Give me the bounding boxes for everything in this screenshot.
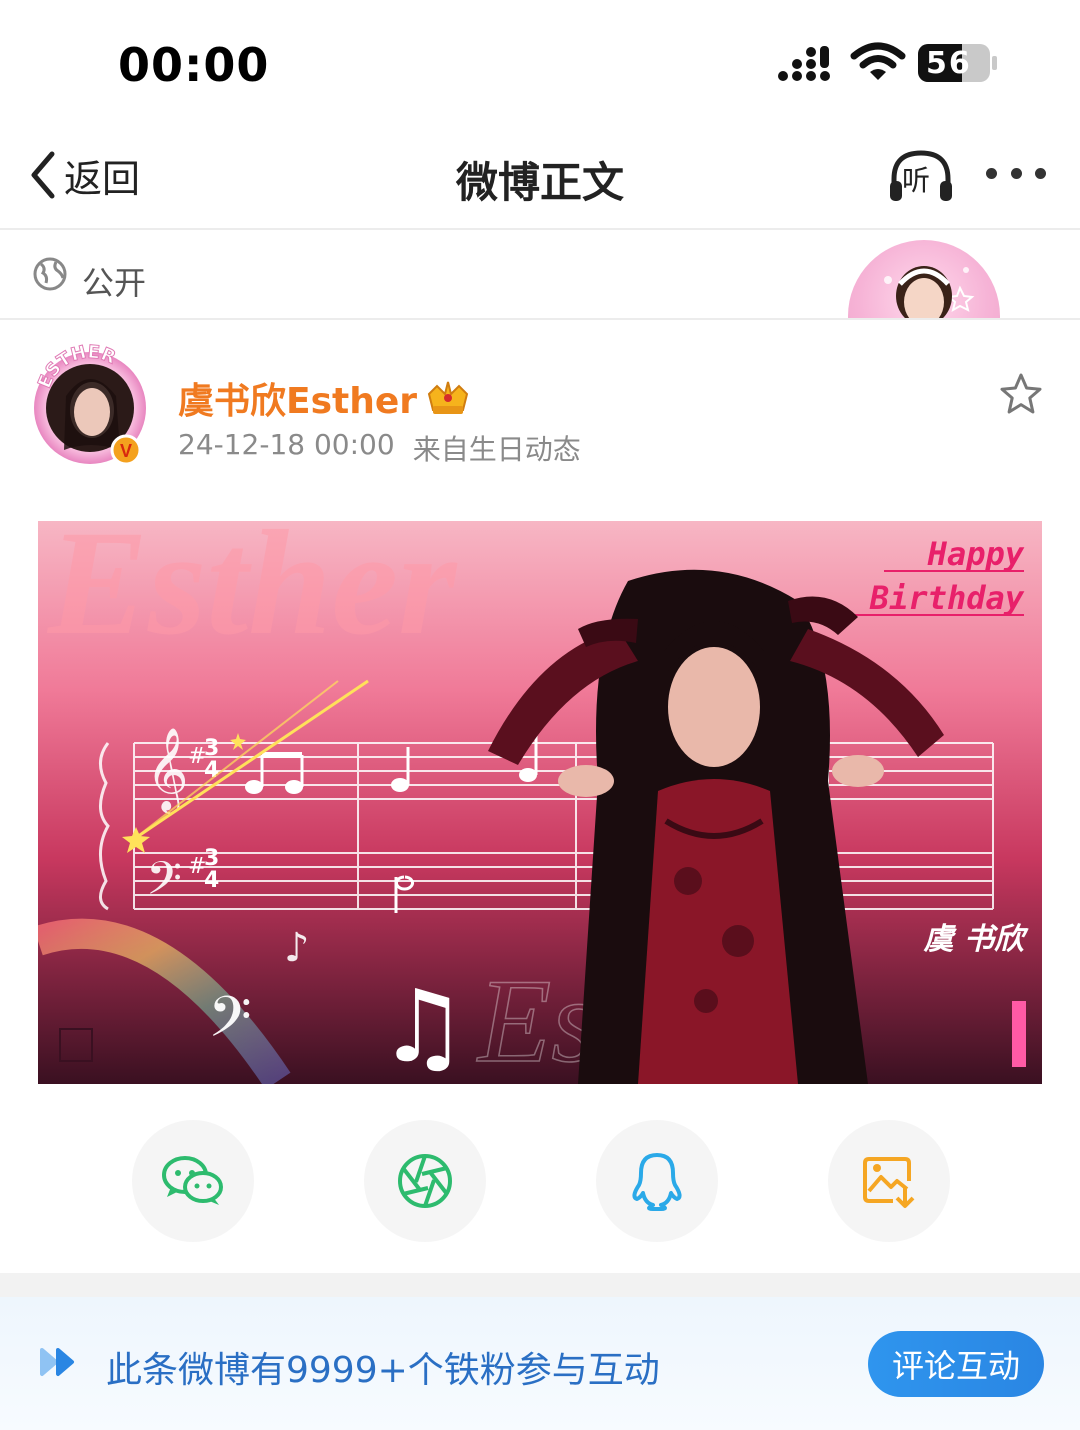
post-image[interactable]: Esther Happy Birthday 𝄞 𝄢 # 3 4 # 3 4 𝄢 … <box>38 521 1042 1084</box>
svg-text:♫: ♫ <box>378 968 468 1084</box>
share-moments-button[interactable] <box>364 1120 486 1242</box>
more-dot-icon <box>986 167 997 179</box>
poster-birthday: Birthday <box>869 579 1025 617</box>
svg-text:𝄢: 𝄢 <box>146 852 182 917</box>
status-bar: 00:00 56 <box>0 0 1080 125</box>
poster-signature: 虞 书欣 <box>924 922 1029 957</box>
post-date: 24-12-18 00:00 <box>178 428 395 461</box>
poster-happy: Happy <box>927 535 1025 573</box>
status-time: 00:00 <box>118 38 270 92</box>
svg-text:V: V <box>120 441 132 461</box>
save-image-icon <box>863 1157 915 1208</box>
listen-button[interactable]: 听 <box>888 149 954 205</box>
svg-text:♪: ♪ <box>284 925 310 971</box>
cellular-signal-icon <box>778 46 830 81</box>
poster-big-name: Esther <box>46 521 458 666</box>
more-dot-icon <box>1010 167 1022 179</box>
svg-text:𝄢: 𝄢 <box>208 985 252 1064</box>
author-avatar-image: ESTHER V <box>34 341 146 466</box>
battery-level: 56 <box>926 46 972 81</box>
comment-interaction-button[interactable]: 评论互动 <box>868 1331 1044 1397</box>
more-button[interactable] <box>986 163 1046 183</box>
star-icon <box>1000 373 1042 414</box>
visibility-label: 公开 <box>82 264 147 302</box>
crown-badge-icon[interactable] <box>425 380 471 416</box>
fans-interaction-text: 此条微博有9999+个铁粉参与互动 <box>106 1350 660 1391</box>
fans-interaction-bar: 此条微博有9999+个铁粉参与互动 评论互动 <box>0 1297 1080 1430</box>
visibility-row: 公开 <box>0 232 1080 320</box>
share-row <box>0 1120 1080 1244</box>
battery-indicator: 56 <box>918 44 998 82</box>
favorite-button[interactable] <box>998 372 1044 416</box>
nav-bar: 返回 微博正文 听 <box>0 125 1080 230</box>
qq-icon <box>632 1153 682 1211</box>
more-dot-icon <box>1035 167 1046 179</box>
decoration-figure-icon <box>884 266 975 318</box>
decoration-avatar[interactable] <box>848 240 1000 318</box>
wechat-icon <box>162 1156 223 1205</box>
post-source[interactable]: 来自生日动态 <box>413 428 581 468</box>
fast-forward-icon <box>40 1348 74 1376</box>
author-name[interactable]: 虞书欣Esther <box>178 372 417 424</box>
listen-label: 听 <box>902 164 931 197</box>
share-wechat-button[interactable] <box>132 1120 254 1242</box>
share-qq-button[interactable] <box>596 1120 718 1242</box>
section-divider <box>0 1273 1080 1297</box>
svg-text:4: 4 <box>204 868 219 893</box>
save-image-button[interactable] <box>828 1120 950 1242</box>
post-meta: 24-12-18 00:00 来自生日动态 <box>178 428 581 468</box>
birthday-poster: Esther Happy Birthday 𝄞 𝄢 # 3 4 # 3 4 𝄢 … <box>38 521 1042 1084</box>
author-avatar[interactable]: ESTHER V <box>30 340 150 466</box>
globe-icon <box>33 257 67 291</box>
author-name-row[interactable]: 虞书欣Esther <box>178 372 471 424</box>
moments-icon <box>398 1154 452 1208</box>
wifi-icon <box>850 42 906 80</box>
